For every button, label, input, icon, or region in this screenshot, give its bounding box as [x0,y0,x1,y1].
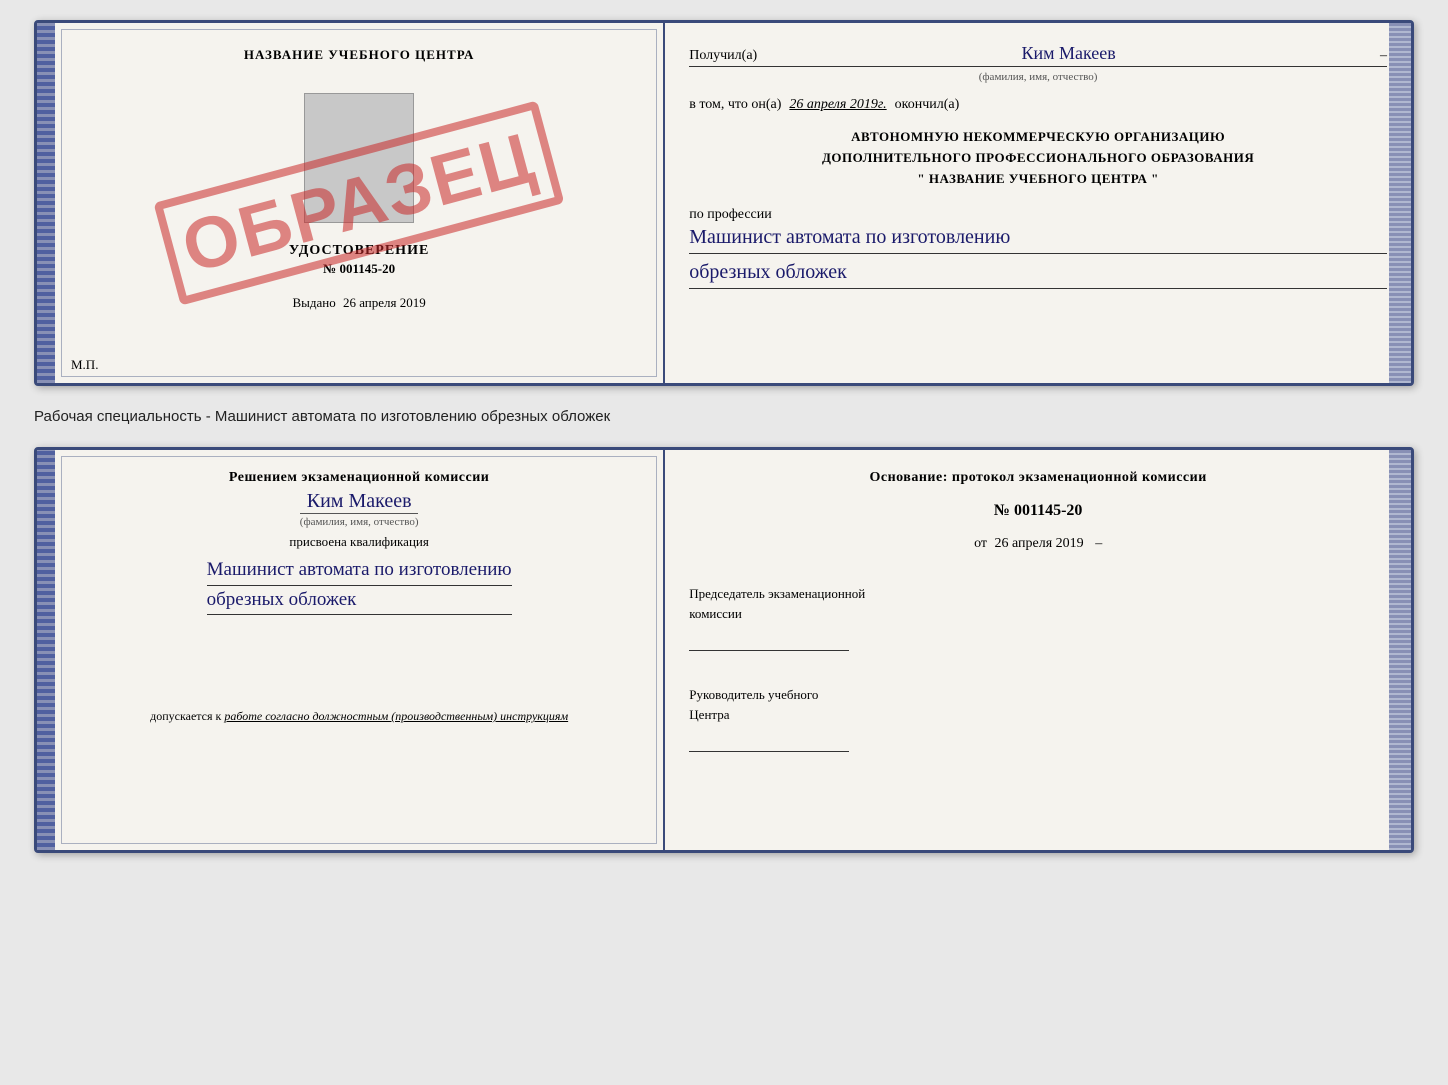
ot-date: 26 апреля 2019 [995,536,1084,551]
qualification-section: Машинист автомата по изготовлению обрезн… [207,556,512,615]
spacer [689,562,1387,574]
vtom-row: в том, что он(а) 26 апреля 2019г. окончи… [689,97,1387,113]
vydano-row: Выдано 26 апреля 2019 [292,295,425,311]
profession-line1: Машинист автомата по изготовлению [689,223,1387,254]
org-block: АВТОНОМНУЮ НЕКОММЕРЧЕСКУЮ ОРГАНИЗАЦИЮ ДО… [689,127,1387,189]
rukovoditel-line1: Руководитель учебного [689,685,1387,705]
poluchil-row: Получил(а) Ким Макеев – [689,43,1387,67]
vydano-date: 26 апреля 2019 [343,295,426,310]
bottom-document: Решением экзаменационной комиссии Ким Ма… [34,447,1414,853]
bottom-name-handwritten: Ким Макеев [307,490,412,513]
vydano-label: Выдано [292,295,335,310]
predsedatel-block: Председатель экзаменационной комиссии [689,584,1387,655]
org-line2: ДОПОЛНИТЕЛЬНОГО ПРОФЕССИОНАЛЬНОГО ОБРАЗО… [689,148,1387,169]
spine-left [37,23,55,383]
separator-text: Рабочая специальность - Машинист автомат… [34,408,610,425]
predsedatel-signature-line [689,627,849,651]
separator: Рабочая специальность - Машинист автомат… [34,402,1414,431]
profession-line2: обрезных обложек [689,258,1387,289]
ot-label: от [974,536,987,551]
po-professii-label: по профессии [689,207,1387,223]
spacer2 [689,665,1387,675]
predsedatel-line1: Председатель экзаменационной [689,584,1387,604]
prisvoyena-label: присвоена квалификация [289,534,428,550]
dopuskaetsya-text: работе согласно должностным (производств… [224,709,568,723]
texture-right-bottom [1389,450,1411,850]
rukovoditel-signature-line [689,728,849,752]
org-line3: " НАЗВАНИЕ УЧЕБНОГО ЦЕНТРА " [689,169,1387,190]
recipient-name: Ким Макеев [763,43,1374,64]
dopuskaetsya-prefix: допускается к [150,709,221,723]
spine-left-bottom [37,450,55,850]
fio-label-top: (фамилия, имя, отчество) [689,71,1387,83]
qualification-line1: Машинист автомата по изготовлению [207,556,512,586]
vtom-prefix: в том, что он(а) [689,97,781,113]
top-doc-right: Получил(а) Ким Макеев – (фамилия, имя, о… [665,23,1411,383]
rukovoditel-line2: Центра [689,705,1387,725]
okonchil-label: окончил(а) [895,97,960,113]
bottom-doc-right: Основание: протокол экзаменационной коми… [665,450,1411,850]
top-document: НАЗВАНИЕ УЧЕБНОГО ЦЕНТРА УДОСТОВЕРЕНИЕ №… [34,20,1414,386]
texture-right-top [1389,23,1411,383]
org-line1: АВТОНОМНУЮ НЕКОММЕРЧЕСКУЮ ОРГАНИЗАЦИЮ [689,127,1387,148]
po-professii-section: по профессии Машинист автомата по изгото… [689,203,1387,289]
rukovoditel-block: Руководитель учебного Центра [689,685,1387,756]
school-name-top: НАЗВАНИЕ УЧЕБНОГО ЦЕНТРА [244,47,475,63]
photo-placeholder [304,93,414,223]
poluchil-label: Получил(а) [689,48,757,64]
mp-label: М.П. [71,357,98,373]
top-doc-left: НАЗВАНИЕ УЧЕБНОГО ЦЕНТРА УДОСТОВЕРЕНИЕ №… [55,23,665,383]
vtom-date: 26 апреля 2019г. [789,97,886,113]
fio-label-bottom: (фамилия, имя, отчество) [300,513,419,528]
osnovanie-text: Основание: протокол экзаменационной коми… [689,470,1387,486]
dopuskaetsya-row: допускается к работе согласно должностны… [150,709,568,724]
resheniem-text: Решением экзаменационной комиссии [229,470,489,486]
dash: – [1380,48,1387,64]
poluchil-section: Получил(а) Ким Макеев – (фамилия, имя, о… [689,43,1387,83]
qualification-line2: обрезных обложек [207,586,512,616]
certificate-number: № 001145-20 [323,261,395,277]
certificate-label: УДОСТОВЕРЕНИЕ [289,243,429,259]
predsedatel-line2: комиссии [689,604,1387,624]
protocol-number: № 001145-20 [689,502,1387,520]
bottom-doc-left: Решением экзаменационной комиссии Ким Ма… [55,450,665,850]
ot-date-row: от 26 апреля 2019 – [689,536,1387,552]
